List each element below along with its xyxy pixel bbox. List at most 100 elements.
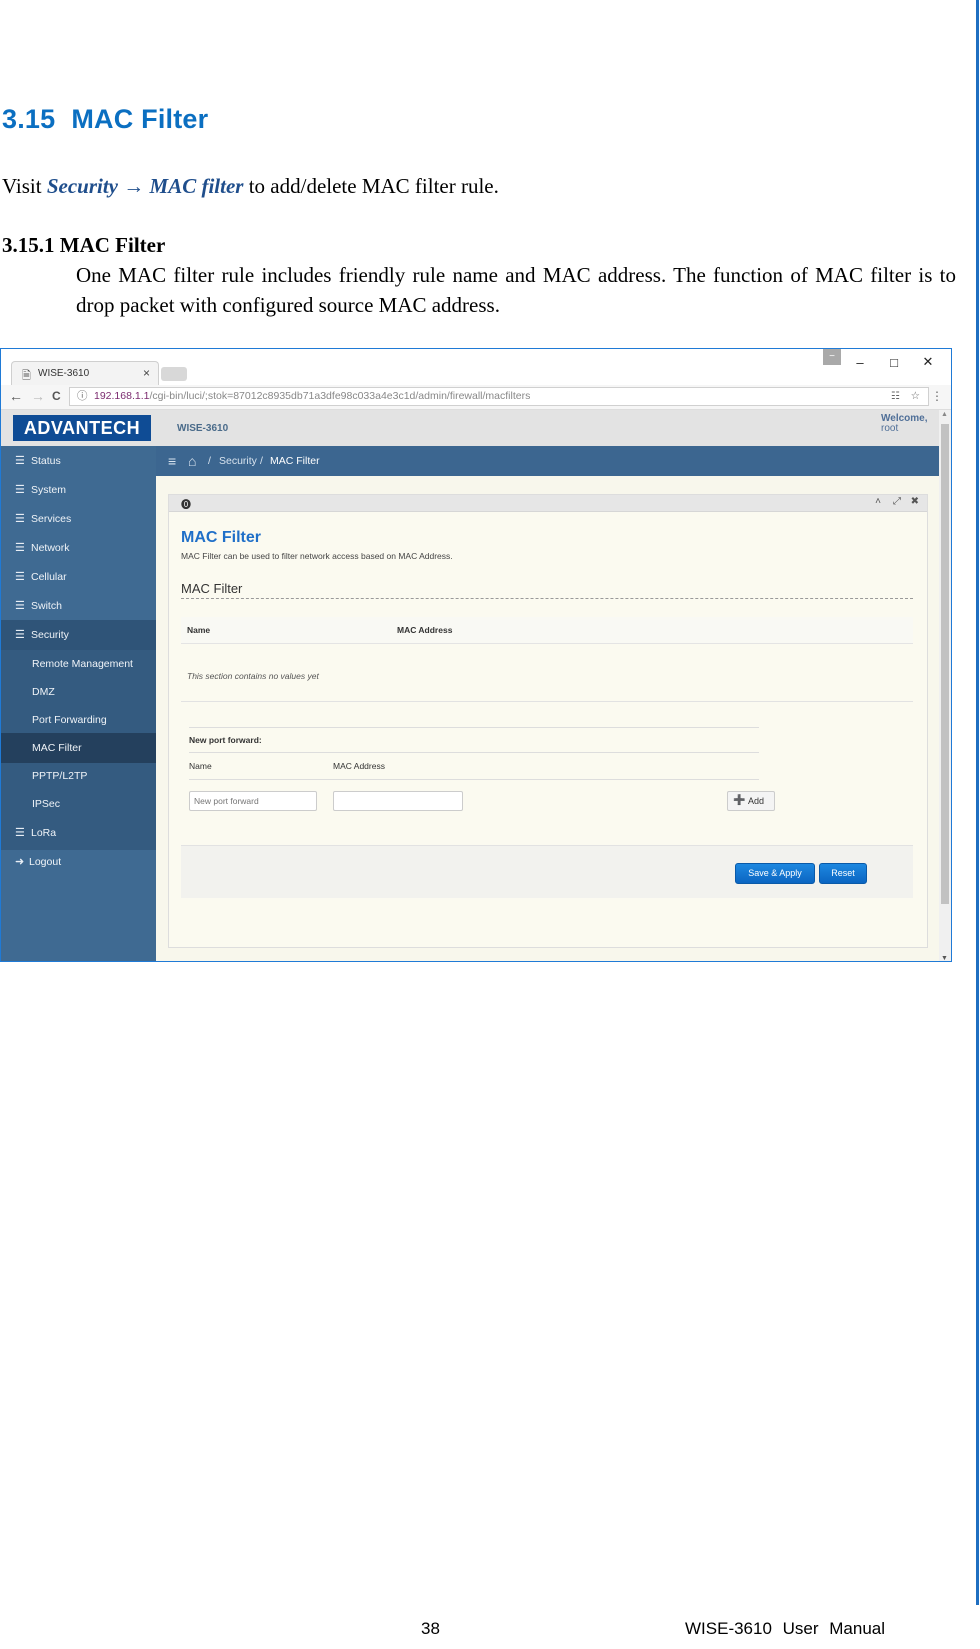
- panel-close-icon[interactable]: ✖: [911, 496, 919, 507]
- browser-tabbar: 🗎 WISE-3610 × − – □ ✕: [1, 349, 951, 385]
- home-icon[interactable]: ⌂: [188, 446, 196, 476]
- sidebar-item-label: Switch: [31, 600, 62, 612]
- minimize-button[interactable]: –: [843, 355, 877, 370]
- save-apply-button[interactable]: Save & Apply: [735, 863, 815, 884]
- add-button[interactable]: ➕ Add: [727, 791, 775, 811]
- list-icon: ☰: [15, 600, 25, 612]
- hamburger-menu-icon[interactable]: ≡: [168, 446, 176, 476]
- sidebar-subitem-dmz[interactable]: DMZ: [1, 677, 156, 707]
- maximize-button[interactable]: □: [877, 355, 911, 370]
- advantech-logo: ADVANTECH: [13, 415, 151, 441]
- scroll-up-icon[interactable]: ▲: [941, 411, 948, 418]
- new-tab-button[interactable]: [161, 367, 187, 381]
- forward-icon[interactable]: →: [31, 388, 45, 404]
- sidebar-subitem-remote-management[interactable]: Remote Management: [1, 649, 156, 679]
- column-name: Name: [187, 625, 211, 635]
- form-actions: Save & Apply Reset: [181, 845, 913, 898]
- sidebar-item-label: Logout: [29, 856, 62, 868]
- info-icon[interactable]: ⓘ: [77, 388, 88, 405]
- sidebar-item-label: MAC Filter: [32, 742, 82, 754]
- footer-title: WISE-3610 User Manual: [685, 1619, 886, 1638]
- list-icon: ☰: [15, 542, 25, 554]
- sidebar-item-services[interactable]: ☰ Services: [1, 504, 156, 534]
- name-input[interactable]: [189, 791, 317, 811]
- sidebar-item-cellular[interactable]: ☰ Cellular: [1, 562, 156, 592]
- sidebar-item-label: Security: [31, 629, 69, 641]
- url-path: /cgi-bin/luci/;stok=87012c8935db71a3dfe9…: [149, 390, 531, 402]
- bookmark-star-icon[interactable]: ☆: [911, 388, 920, 405]
- sidebar-item-label: Cellular: [31, 571, 67, 583]
- list-icon: ☰: [15, 571, 25, 583]
- sidebar-subitem-pptp-l2tp[interactable]: PPTP/L2TP: [1, 761, 156, 791]
- sidebar-item-label: Remote Management: [32, 658, 133, 670]
- window-controls: – □ ✕: [843, 351, 945, 373]
- sidebar-item-label: Services: [31, 513, 72, 525]
- info-icon: ⓿: [181, 500, 191, 511]
- back-icon[interactable]: ←: [9, 388, 23, 404]
- new-rule-header: New port forward:: [189, 727, 759, 753]
- sidebar-subitem-port-forwarding[interactable]: Port Forwarding: [1, 705, 156, 735]
- new-column-mac: MAC Address: [333, 761, 385, 771]
- arrow-icon: →: [118, 174, 145, 198]
- breadcrumb-separator: /: [208, 455, 211, 467]
- mac-address-input[interactable]: [333, 791, 463, 811]
- sidebar-item-label: DMZ: [32, 686, 55, 698]
- router-web-app: ADVANTECH WISE-3610 Welcome, root ☰ Statu…: [1, 410, 939, 961]
- page-number: 38: [421, 1619, 440, 1638]
- scrollbar-thumb[interactable]: [941, 424, 949, 904]
- panel-header: ⓿ ˄ ⤢ ✖: [169, 495, 927, 512]
- intro-suffix: to add/delete MAC filter rule.: [243, 174, 499, 198]
- tab-close-icon[interactable]: ×: [143, 366, 150, 380]
- scroll-down-icon[interactable]: ▼: [941, 955, 948, 961]
- panel-description: MAC Filter can be used to filter network…: [181, 551, 453, 561]
- profile-icon[interactable]: −: [823, 349, 841, 365]
- list-icon: ☰: [15, 827, 25, 839]
- column-mac-address: MAC Address: [397, 625, 453, 635]
- page-scrollbar[interactable]: ▲ ▼: [939, 410, 951, 961]
- reset-button[interactable]: Reset: [819, 863, 867, 884]
- list-icon: ☰: [15, 484, 25, 496]
- translate-icon[interactable]: ☷: [891, 388, 900, 405]
- browser-tab[interactable]: 🗎 WISE-3610 ×: [11, 361, 159, 385]
- intro-prefix: Visit: [2, 174, 47, 198]
- breadcrumb-current: MAC Filter: [270, 455, 320, 467]
- browser-menu-icon[interactable]: ⋮: [931, 389, 943, 403]
- document-icon: 🗎: [22, 370, 31, 382]
- subsection-heading: 3.15.1 MAC Filter: [2, 233, 166, 257]
- breadcrumb-security[interactable]: Security: [219, 446, 257, 476]
- sidebar-item-switch[interactable]: ☰ Switch: [1, 591, 156, 621]
- section-title: MAC Filter: [71, 104, 209, 134]
- section-heading: 3.15 MAC Filter: [2, 104, 208, 135]
- sidebar-item-status[interactable]: ☰ Status: [1, 446, 156, 476]
- browser-screenshot: 🗎 WISE-3610 × − – □ ✕ ← → C ⓘ 192.168.1.…: [0, 348, 952, 962]
- empty-message: This section contains no values yet: [187, 671, 319, 681]
- new-rule-columns: Name MAC Address: [189, 753, 759, 780]
- new-column-name: Name: [189, 761, 212, 771]
- sidebar-subitem-mac-filter[interactable]: MAC Filter: [1, 733, 156, 763]
- close-window-button[interactable]: ✕: [911, 354, 945, 370]
- logout-icon: ➜: [15, 856, 25, 868]
- sidebar-item-label: Status: [31, 455, 61, 467]
- sidebar-item-network[interactable]: ☰ Network: [1, 533, 156, 563]
- collapse-icon[interactable]: ˄: [875, 496, 881, 507]
- list-icon: ☰: [15, 455, 25, 467]
- sidebar-item-logout[interactable]: ➜ Logout: [1, 847, 156, 877]
- breadcrumb: ≡ ⌂ / Security / MAC Filter: [156, 446, 939, 476]
- sidebar-subitem-ipsec[interactable]: IPSec: [1, 789, 156, 819]
- page-margin-rule: [976, 0, 979, 1605]
- sidebar-item-label: System: [31, 484, 67, 496]
- sidebar-item-label: IPSec: [32, 798, 61, 810]
- sidebar-item-lora[interactable]: ☰ LoRa: [1, 818, 156, 848]
- sidebar-item-label: Port Forwarding: [32, 714, 107, 726]
- fullscreen-icon[interactable]: ⤢: [893, 496, 901, 507]
- address-bar[interactable]: ⓘ 192.168.1.1/cgi-bin/luci/;stok=87012c8…: [69, 387, 929, 406]
- sidebar-item-security[interactable]: ☰ Security: [1, 620, 156, 650]
- reload-icon[interactable]: C: [52, 389, 61, 403]
- add-label: Add: [748, 796, 765, 806]
- sidebar-item-label: LoRa: [31, 827, 57, 839]
- menu-path-macfilter: MAC filter: [149, 174, 244, 198]
- sidebar-item-system[interactable]: ☰ System: [1, 475, 156, 505]
- device-model: WISE-3610: [177, 423, 229, 434]
- main-content: ≡ ⌂ / Security / MAC Filter ⓿ ˄ ⤢ ✖ MAC …: [156, 446, 939, 961]
- section-title: MAC Filter: [181, 581, 913, 599]
